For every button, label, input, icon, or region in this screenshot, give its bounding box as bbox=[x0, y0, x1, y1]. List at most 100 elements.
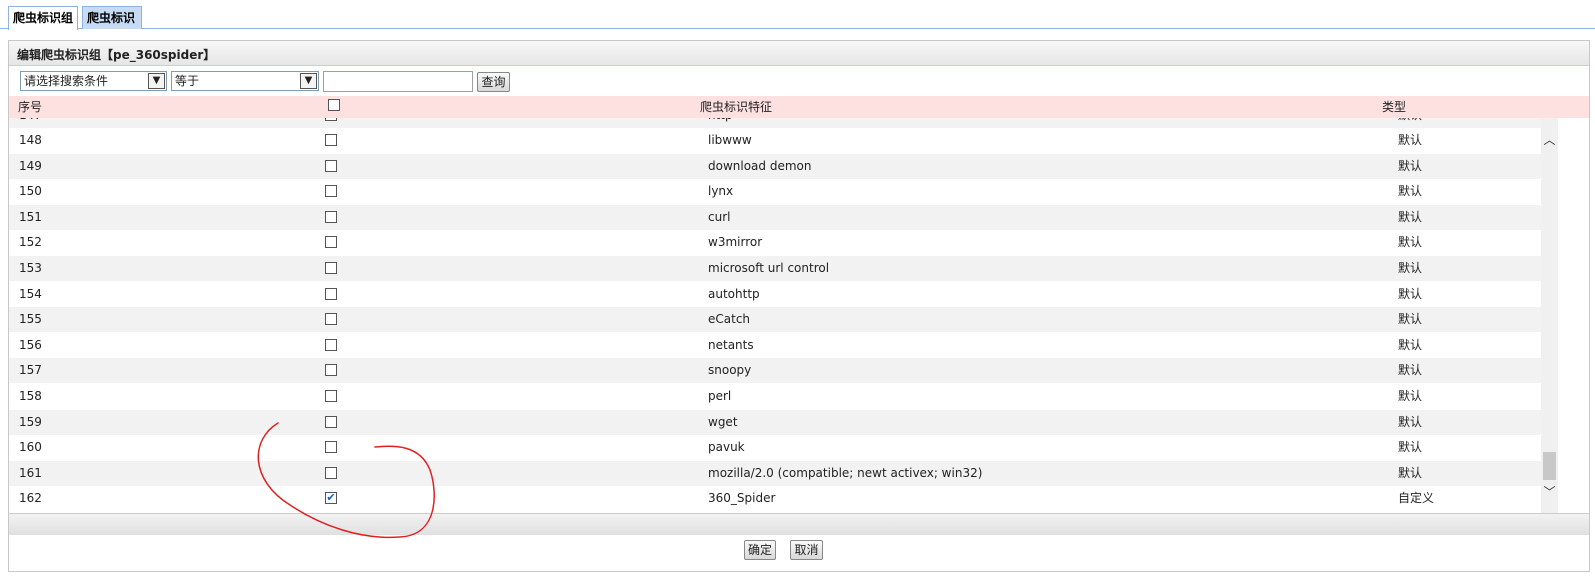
table-row: 154 autohttp 默认 bbox=[9, 281, 1541, 307]
row-feature: autohttp bbox=[708, 286, 760, 301]
row-feature: perl bbox=[708, 389, 732, 403]
row-checkbox[interactable] bbox=[325, 210, 337, 223]
row-type: 默认 bbox=[1398, 337, 1423, 352]
row-type: 默认 bbox=[1398, 414, 1423, 429]
row-feature: w3mirror bbox=[708, 235, 763, 250]
row-feature: curl bbox=[708, 209, 731, 224]
row-type: 默认 bbox=[1398, 184, 1423, 199]
table-body: 147 http 默认 148 libwww 默认 149 download demon… bbox=[9, 118, 1541, 513]
row-type: 默认 bbox=[1398, 209, 1423, 224]
row-feature: wget bbox=[708, 414, 738, 429]
row-checkbox[interactable] bbox=[325, 390, 337, 402]
row-feature: download demon bbox=[708, 158, 812, 173]
row-type: 自定义 bbox=[1398, 491, 1435, 506]
scroll-up-icon[interactable]: ︿ bbox=[1541, 132, 1558, 149]
search-operator-value: 等于 bbox=[175, 74, 200, 88]
row-feature: http bbox=[708, 118, 733, 128]
row-index: 161 bbox=[19, 465, 42, 480]
confirm-button[interactable]: 确定 bbox=[744, 540, 776, 560]
search-field-value: 请选择搜索条件 bbox=[24, 74, 109, 88]
row-feature: snoopy bbox=[708, 363, 752, 378]
row-type: 默认 bbox=[1398, 465, 1423, 480]
row-index: 162 bbox=[19, 491, 42, 506]
row-checkbox[interactable]: ✔ bbox=[325, 492, 337, 505]
row-index: 160 bbox=[19, 440, 42, 455]
row-type: 默认 bbox=[1398, 158, 1423, 173]
column-header-feature: 爬虫标识特征 bbox=[700, 100, 773, 114]
scroll-down-icon[interactable]: ﹀ bbox=[1541, 484, 1558, 501]
row-feature: netants bbox=[708, 337, 754, 352]
row-type: 默认 bbox=[1398, 235, 1423, 250]
table-footer bbox=[9, 513, 1589, 535]
chevron-down-icon[interactable]: ▼ bbox=[148, 73, 165, 89]
row-checkbox[interactable] bbox=[325, 287, 337, 300]
row-index: 154 bbox=[19, 286, 42, 301]
row-index: 149 bbox=[19, 158, 42, 173]
edit-panel: 编辑爬虫标识组【pe_360spider】 请选择搜索条件 ▼ 等于 ▼ 查询 … bbox=[8, 40, 1590, 572]
row-index: 159 bbox=[19, 414, 42, 429]
row-feature: 360_Spider bbox=[708, 491, 776, 506]
row-checkbox[interactable] bbox=[325, 118, 337, 121]
row-type: 默认 bbox=[1398, 389, 1423, 403]
panel-title: 编辑爬虫标识组【pe_360spider】 bbox=[9, 41, 1589, 66]
table-row: 155 eCatch 默认 bbox=[9, 307, 1541, 333]
row-feature: eCatch bbox=[708, 312, 751, 327]
row-checkbox[interactable] bbox=[325, 262, 337, 274]
table-row: 150 lynx 默认 bbox=[9, 179, 1541, 205]
row-checkbox[interactable] bbox=[325, 236, 337, 249]
scroll-thumb[interactable] bbox=[1543, 452, 1556, 480]
chevron-down-icon[interactable]: ▼ bbox=[300, 73, 317, 89]
tab-bar: 爬虫标识组 爬虫标识 bbox=[0, 0, 1595, 30]
table-row: 148 libwww 默认 bbox=[9, 128, 1541, 153]
table-row: 153 microsoft url control 默认 bbox=[9, 256, 1541, 281]
row-feature: libwww bbox=[708, 133, 752, 147]
row-index: 158 bbox=[19, 389, 42, 403]
row-type: 默认 bbox=[1398, 286, 1423, 301]
row-index: 156 bbox=[19, 337, 42, 352]
row-feature: lynx bbox=[708, 184, 734, 199]
row-checkbox[interactable] bbox=[325, 338, 337, 351]
row-checkbox[interactable] bbox=[325, 313, 337, 326]
row-type: 默认 bbox=[1398, 133, 1423, 147]
query-button[interactable]: 查询 bbox=[477, 72, 510, 92]
tab-crawler-group[interactable]: 爬虫标识组 bbox=[8, 6, 78, 30]
column-header-index: 序号 bbox=[18, 100, 43, 114]
row-checkbox[interactable] bbox=[325, 415, 337, 428]
row-index: 153 bbox=[19, 261, 42, 275]
table-row: 152 w3mirror 默认 bbox=[9, 230, 1541, 256]
row-index: 155 bbox=[19, 312, 42, 327]
row-checkbox[interactable] bbox=[325, 134, 337, 146]
select-all-checkbox[interactable] bbox=[328, 99, 340, 111]
tab-crawler-id[interactable]: 爬虫标识 bbox=[82, 6, 142, 29]
row-checkbox[interactable] bbox=[325, 159, 337, 172]
row-index: 150 bbox=[19, 184, 42, 199]
cancel-button[interactable]: 取消 bbox=[790, 540, 823, 560]
vertical-scrollbar[interactable]: ︿ ﹀ bbox=[1541, 118, 1558, 513]
table-row: 149 download demon 默认 bbox=[9, 153, 1541, 179]
table-row: 151 curl 默认 bbox=[9, 204, 1541, 230]
row-feature: pavuk bbox=[708, 440, 745, 455]
row-index: 152 bbox=[19, 235, 42, 250]
row-feature: mozilla/2.0 (compatible; newt activex; w… bbox=[708, 465, 983, 480]
table-row: 160 pavuk 默认 bbox=[9, 435, 1541, 461]
row-checkbox[interactable] bbox=[325, 441, 337, 454]
row-checkbox[interactable] bbox=[325, 364, 337, 377]
table-row: 147 http 默认 bbox=[9, 118, 1541, 128]
table-header: 序号 爬虫标识特征 类型 bbox=[9, 96, 1589, 118]
search-row: 请选择搜索条件 ▼ 等于 ▼ 查询 bbox=[9, 67, 1589, 95]
table-row: 159 wget 默认 bbox=[9, 409, 1541, 435]
row-feature: microsoft url control bbox=[708, 261, 830, 275]
table-row: 161 mozilla/2.0 (compatible; newt activex… bbox=[9, 460, 1541, 486]
column-header-type: 类型 bbox=[1382, 100, 1407, 114]
table-row: 156 netants 默认 bbox=[9, 332, 1541, 358]
table-row: 158 perl 默认 bbox=[9, 384, 1541, 409]
row-checkbox[interactable] bbox=[325, 466, 337, 479]
search-operator-select[interactable]: 等于 ▼ bbox=[171, 71, 319, 91]
row-checkbox[interactable] bbox=[325, 185, 337, 198]
search-input[interactable] bbox=[323, 71, 473, 92]
row-type: 默认 bbox=[1398, 363, 1423, 378]
search-field-select[interactable]: 请选择搜索条件 ▼ bbox=[20, 71, 167, 91]
table-row: 157 snoopy 默认 bbox=[9, 358, 1541, 384]
table-row: 162 ✔ 360_Spider 自定义 bbox=[9, 486, 1541, 512]
row-type: 默认 bbox=[1398, 118, 1422, 128]
